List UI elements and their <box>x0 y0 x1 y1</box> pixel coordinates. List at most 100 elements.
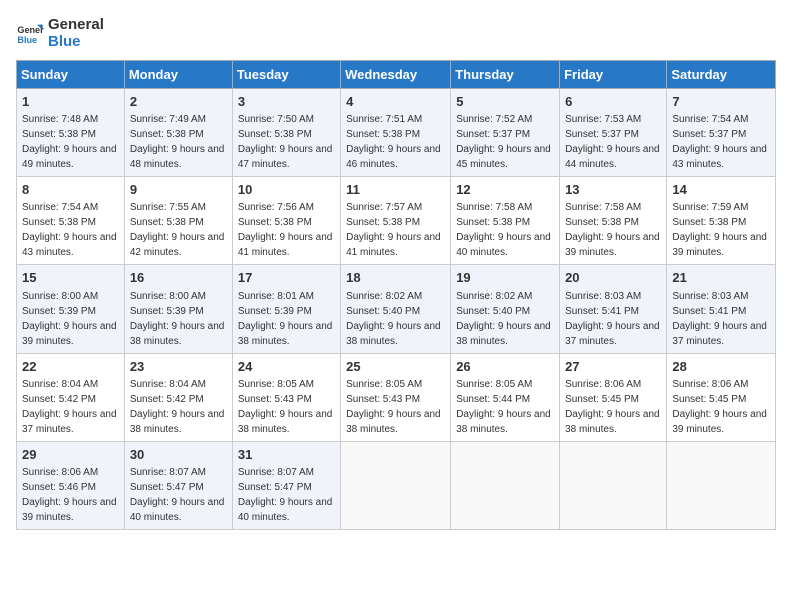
day-info: Sunrise: 8:04 AMSunset: 5:42 PMDaylight:… <box>130 379 225 435</box>
day-info: Sunrise: 8:07 AMSunset: 5:47 PMDaylight:… <box>130 467 225 523</box>
day-number: 22 <box>22 358 119 376</box>
day-number: 30 <box>130 446 227 464</box>
day-info: Sunrise: 7:54 AMSunset: 5:38 PMDaylight:… <box>22 202 117 258</box>
calendar-header-row: SundayMondayTuesdayWednesdayThursdayFrid… <box>17 61 776 89</box>
day-info: Sunrise: 8:04 AMSunset: 5:42 PMDaylight:… <box>22 379 117 435</box>
day-number: 28 <box>672 358 770 376</box>
calendar-cell: 13 Sunrise: 7:58 AMSunset: 5:38 PMDayligh… <box>560 177 667 265</box>
day-info: Sunrise: 8:03 AMSunset: 5:41 PMDaylight:… <box>565 291 660 347</box>
calendar-cell: 2 Sunrise: 7:49 AMSunset: 5:38 PMDaylight… <box>124 89 232 177</box>
calendar-header-friday: Friday <box>560 61 667 89</box>
calendar-week-row: 29Sunrise: 8:06 AMSunset: 5:46 PMDayligh… <box>17 441 776 529</box>
calendar-cell: 22 Sunrise: 8:04 AMSunset: 5:42 PMDayligh… <box>17 353 125 441</box>
day-number: 18 <box>346 269 445 287</box>
day-info: Sunrise: 7:56 AMSunset: 5:38 PMDaylight:… <box>238 202 333 258</box>
calendar-week-row: 15 Sunrise: 8:00 AMSunset: 5:39 PMDayligh… <box>17 265 776 353</box>
day-number: 27 <box>565 358 661 376</box>
calendar-cell: 30 Sunrise: 8:07 AMSunset: 5:47 PMDayligh… <box>124 441 232 529</box>
day-number: 14 <box>672 181 770 199</box>
calendar-week-row: 1Sunrise: 7:48 AMSunset: 5:38 PMDaylight… <box>17 89 776 177</box>
day-info: Sunrise: 7:58 AMSunset: 5:38 PMDaylight:… <box>565 202 660 258</box>
day-info: Sunrise: 8:06 AMSunset: 5:45 PMDaylight:… <box>672 379 767 435</box>
day-info: Sunrise: 7:49 AMSunset: 5:38 PMDaylight:… <box>130 114 225 170</box>
day-number: 23 <box>130 358 227 376</box>
day-info: Sunrise: 8:05 AMSunset: 5:43 PMDaylight:… <box>346 379 441 435</box>
day-number: 17 <box>238 269 335 287</box>
day-number: 20 <box>565 269 661 287</box>
calendar-cell: 24 Sunrise: 8:05 AMSunset: 5:43 PMDayligh… <box>232 353 340 441</box>
calendar-cell: 9 Sunrise: 7:55 AMSunset: 5:38 PMDaylight… <box>124 177 232 265</box>
calendar-week-row: 8 Sunrise: 7:54 AMSunset: 5:38 PMDaylight… <box>17 177 776 265</box>
day-number: 26 <box>456 358 554 376</box>
calendar-cell: 23 Sunrise: 8:04 AMSunset: 5:42 PMDayligh… <box>124 353 232 441</box>
day-number: 25 <box>346 358 445 376</box>
calendar-cell: 11 Sunrise: 7:57 AMSunset: 5:38 PMDayligh… <box>341 177 451 265</box>
calendar-cell: 27Sunrise: 8:06 AMSunset: 5:45 PMDayligh… <box>560 353 667 441</box>
calendar-cell: 3Sunrise: 7:50 AMSunset: 5:38 PMDaylight… <box>232 89 340 177</box>
calendar-cell: 14 Sunrise: 7:59 AMSunset: 5:38 PMDayligh… <box>667 177 776 265</box>
day-number: 11 <box>346 181 445 199</box>
calendar-header-monday: Monday <box>124 61 232 89</box>
day-info: Sunrise: 8:05 AMSunset: 5:44 PMDaylight:… <box>456 379 551 435</box>
calendar-cell: 1Sunrise: 7:48 AMSunset: 5:38 PMDaylight… <box>17 89 125 177</box>
day-number: 6 <box>565 93 661 111</box>
calendar-cell: 5 Sunrise: 7:52 AMSunset: 5:37 PMDaylight… <box>451 89 560 177</box>
calendar-header-wednesday: Wednesday <box>341 61 451 89</box>
calendar-body: 1Sunrise: 7:48 AMSunset: 5:38 PMDaylight… <box>17 89 776 530</box>
day-info: Sunrise: 7:57 AMSunset: 5:38 PMDaylight:… <box>346 202 441 258</box>
day-info: Sunrise: 8:02 AMSunset: 5:40 PMDaylight:… <box>346 291 441 347</box>
calendar-header-thursday: Thursday <box>451 61 560 89</box>
day-info: Sunrise: 7:59 AMSunset: 5:38 PMDaylight:… <box>672 202 767 258</box>
calendar-cell: 28 Sunrise: 8:06 AMSunset: 5:45 PMDayligh… <box>667 353 776 441</box>
calendar-cell <box>341 441 451 529</box>
day-number: 9 <box>130 181 227 199</box>
calendar-cell: 19 Sunrise: 8:02 AMSunset: 5:40 PMDayligh… <box>451 265 560 353</box>
day-info: Sunrise: 8:00 AMSunset: 5:39 PMDaylight:… <box>130 291 225 347</box>
page-header: General Blue General Blue <box>16 16 776 50</box>
day-number: 31 <box>238 446 335 464</box>
calendar-cell: 31 Sunrise: 8:07 AMSunset: 5:47 PMDayligh… <box>232 441 340 529</box>
day-info: Sunrise: 8:03 AMSunset: 5:41 PMDaylight:… <box>672 291 767 347</box>
day-info: Sunrise: 8:06 AMSunset: 5:46 PMDaylight:… <box>22 467 117 523</box>
day-number: 8 <box>22 181 119 199</box>
logo: General Blue General Blue <box>16 16 104 50</box>
day-info: Sunrise: 7:51 AMSunset: 5:38 PMDaylight:… <box>346 114 441 170</box>
day-number: 7 <box>672 93 770 111</box>
calendar-cell: 10 Sunrise: 7:56 AMSunset: 5:38 PMDayligh… <box>232 177 340 265</box>
day-number: 2 <box>130 93 227 111</box>
calendar-cell: 7 Sunrise: 7:54 AMSunset: 5:37 PMDaylight… <box>667 89 776 177</box>
day-number: 10 <box>238 181 335 199</box>
calendar-cell: 12 Sunrise: 7:58 AMSunset: 5:38 PMDayligh… <box>451 177 560 265</box>
day-number: 24 <box>238 358 335 376</box>
logo-blue: Blue <box>48 33 104 50</box>
day-number: 16 <box>130 269 227 287</box>
day-info: Sunrise: 7:58 AMSunset: 5:38 PMDaylight:… <box>456 202 551 258</box>
logo-icon: General Blue <box>16 19 44 47</box>
calendar-week-row: 22 Sunrise: 8:04 AMSunset: 5:42 PMDayligh… <box>17 353 776 441</box>
svg-text:Blue: Blue <box>17 35 37 45</box>
calendar-cell: 4Sunrise: 7:51 AMSunset: 5:38 PMDaylight… <box>341 89 451 177</box>
day-number: 15 <box>22 269 119 287</box>
calendar-cell: 8 Sunrise: 7:54 AMSunset: 5:38 PMDaylight… <box>17 177 125 265</box>
day-info: Sunrise: 7:54 AMSunset: 5:37 PMDaylight:… <box>672 114 767 170</box>
day-info: Sunrise: 8:05 AMSunset: 5:43 PMDaylight:… <box>238 379 333 435</box>
calendar-cell: 18 Sunrise: 8:02 AMSunset: 5:40 PMDayligh… <box>341 265 451 353</box>
calendar-cell: 17Sunrise: 8:01 AMSunset: 5:39 PMDayligh… <box>232 265 340 353</box>
day-info: Sunrise: 8:07 AMSunset: 5:47 PMDaylight:… <box>238 467 333 523</box>
calendar-cell: 16 Sunrise: 8:00 AMSunset: 5:39 PMDayligh… <box>124 265 232 353</box>
calendar-cell: 20 Sunrise: 8:03 AMSunset: 5:41 PMDayligh… <box>560 265 667 353</box>
day-info: Sunrise: 7:52 AMSunset: 5:37 PMDaylight:… <box>456 114 551 170</box>
day-number: 21 <box>672 269 770 287</box>
calendar-cell: 29Sunrise: 8:06 AMSunset: 5:46 PMDayligh… <box>17 441 125 529</box>
day-number: 5 <box>456 93 554 111</box>
day-number: 19 <box>456 269 554 287</box>
calendar-cell <box>667 441 776 529</box>
day-number: 13 <box>565 181 661 199</box>
day-info: Sunrise: 8:02 AMSunset: 5:40 PMDaylight:… <box>456 291 551 347</box>
calendar-table: SundayMondayTuesdayWednesdayThursdayFrid… <box>16 60 776 530</box>
day-info: Sunrise: 7:50 AMSunset: 5:38 PMDaylight:… <box>238 114 333 170</box>
calendar-cell: 6Sunrise: 7:53 AMSunset: 5:37 PMDaylight… <box>560 89 667 177</box>
calendar-cell: 25 Sunrise: 8:05 AMSunset: 5:43 PMDayligh… <box>341 353 451 441</box>
day-number: 12 <box>456 181 554 199</box>
day-info: Sunrise: 7:55 AMSunset: 5:38 PMDaylight:… <box>130 202 225 258</box>
